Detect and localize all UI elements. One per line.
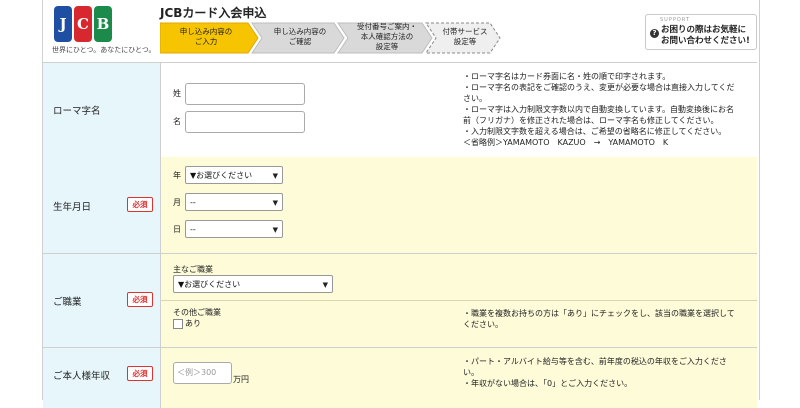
step-1-line2: ご入力 — [194, 37, 218, 46]
birth-label: 生年月日 — [53, 202, 92, 213]
label-cell-birth: 生年月日 必須 — [43, 157, 161, 253]
label-cell-job: ご職業 必須 — [43, 254, 161, 347]
step-4-line2: 設定等 — [453, 37, 477, 46]
income-note-line: ・年収がない場合は、「0」とご入力ください。 — [463, 379, 633, 388]
checkbox-icon[interactable] — [173, 318, 183, 329]
chevron-down-icon: ▼ — [322, 281, 328, 289]
job-note-line: ください。 — [463, 320, 503, 329]
main-job-select-value: ▼お選びください — [178, 280, 241, 289]
chevron-down-icon: ▼ — [272, 199, 278, 207]
step-2-line2: ご確認 — [288, 37, 312, 46]
help-icon: ? — [650, 29, 659, 38]
job-content: 主なご職業 ▼お選びください ▼ その他ご職業 あり ・職業を複数お持ちの方は「あ… — [161, 254, 757, 347]
roma-note-line: ＜省略例＞YAMAMOTO KAZUO → YAMAMOTO K — [463, 138, 669, 147]
support-box[interactable]: SUPPORT ? お困りの際はお気軽に お問い合わせください! — [645, 14, 757, 50]
step-4: 付帯サービス 設定等 — [434, 22, 496, 52]
month-select[interactable]: -- ▼ — [185, 193, 283, 211]
other-job-checkbox[interactable]: あり — [173, 318, 201, 329]
support-line1: お困りの際はお気軽に — [661, 25, 747, 35]
income-label: ご本人様年収 — [53, 371, 111, 382]
sub-divider — [161, 300, 757, 301]
income-unit: 万円 — [233, 375, 249, 384]
day-label: 日 — [173, 225, 181, 234]
required-badge: 必須 — [127, 197, 153, 212]
logo-b: B — [94, 6, 112, 42]
roma-notes: ・ローマ字名はカード券面に名・姓の順で印字されます。 ・ローマ字名の表記をご確認… — [463, 71, 753, 148]
income-placeholder: ＜例＞300 — [177, 368, 217, 377]
day-select[interactable]: -- ▼ — [185, 220, 283, 238]
mei-roma-input[interactable] — [185, 111, 305, 133]
step-1: 申し込み内容の ご入力 — [162, 22, 250, 52]
year-label: 年 — [173, 171, 181, 180]
job-label: ご職業 — [53, 297, 82, 308]
tagline: 世界にひとつ。あなたにひとつ。 — [52, 46, 156, 54]
year-select[interactable]: ▼お選びください ▼ — [185, 166, 283, 184]
roma-note-line: さい。 — [463, 94, 487, 103]
step-1-line1: 申し込み内容の — [179, 27, 233, 36]
sei-label: 姓 — [173, 89, 181, 98]
row-roma-name: ローマ字名 姓 名 ・ローマ字名はカード券面に名・姓の順で印字されます。 ・ロー… — [43, 62, 757, 158]
month-label: 月 — [173, 198, 181, 207]
other-job-label: その他ご職業 — [173, 308, 221, 317]
row-occupation: ご職業 必須 主なご職業 ▼お選びください ▼ その他ご職業 あり ・職業を複数お… — [43, 254, 757, 348]
required-badge: 必須 — [127, 366, 153, 381]
roma-note-line: 前（フリガナ）を修正された場合は、ローマ字名も修正してください。 — [463, 116, 719, 125]
chevron-down-icon: ▼ — [272, 172, 278, 180]
required-badge: 必須 — [127, 292, 153, 307]
roma-note-line: ・ローマ字名の表記をご確認のうえ、変更が必要な場合は直接入力してくだ — [463, 83, 735, 92]
other-job-option: あり — [185, 319, 201, 328]
logo-j: J — [54, 6, 72, 42]
main-job-label: 主なご職業 — [173, 265, 213, 274]
mei-label: 名 — [173, 117, 181, 126]
step-4-line1: 付帯サービス — [442, 27, 488, 36]
birth-content: 年 ▼お選びください ▼ 月 -- ▼ 日 -- ▼ — [161, 157, 757, 253]
income-note-line: ・パート・アルバイト給与等を含む、前年度の税込の年収をご入力くださ — [463, 357, 727, 366]
step-2: 申し込み内容の ご確認 — [260, 22, 340, 52]
step-3-line3: 設定等 — [375, 42, 399, 51]
income-notes: ・パート・アルバイト給与等を含む、前年度の税込の年収をご入力くださ い。 ・年収… — [463, 356, 753, 389]
income-content: ＜例＞300 万円 ・パート・アルバイト給与等を含む、前年度の税込の年収をご入力… — [161, 348, 757, 408]
roma-note-line: ・ローマ字は入力制限文字数以内で自動変換しています。自動変換後にお名 — [463, 105, 734, 114]
logo-c: C — [74, 6, 92, 42]
main-job-select[interactable]: ▼お選びください ▼ — [173, 275, 333, 293]
jcb-logo[interactable]: J C B — [54, 6, 114, 42]
sei-roma-input[interactable] — [185, 83, 305, 105]
row-income: ご本人様年収 必須 ＜例＞300 万円 ・パート・アルバイト給与等を含む、前年度… — [43, 348, 757, 408]
label-cell-income: ご本人様年収 必須 — [43, 348, 161, 408]
roma-note-line: ・入力制限文字数を超える場合は、ご希望の省略名に修正してください。 — [463, 127, 727, 136]
row-birth-date: 生年月日 必須 年 ▼お選びください ▼ 月 -- ▼ 日 -- ▼ — [43, 157, 757, 254]
roma-note-line: ・ローマ字名はカード券面に名・姓の順で印字されます。 — [463, 72, 671, 81]
support-small-label: SUPPORT — [660, 17, 690, 23]
roma-content: 姓 名 ・ローマ字名はカード券面に名・姓の順で印字されます。 ・ローマ字名の表記… — [161, 63, 757, 157]
step-3: 受付番号ご案内・ 本人確認方法の 設定等 — [346, 22, 428, 52]
chevron-down-icon: ▼ — [272, 226, 278, 234]
year-select-value: ▼お選びください — [190, 171, 253, 180]
day-select-value: -- — [190, 225, 196, 234]
income-input[interactable]: ＜例＞300 — [173, 362, 232, 384]
month-select-value: -- — [190, 198, 196, 207]
label-cell-roma: ローマ字名 — [43, 63, 161, 157]
step-2-line1: 申し込み内容の — [273, 27, 327, 36]
income-note-line: い。 — [463, 368, 479, 377]
roma-label: ローマ字名 — [53, 106, 101, 117]
support-text: お困りの際はお気軽に お問い合わせください! — [661, 25, 750, 47]
job-notes: ・職業を複数お持ちの方は「あり」にチェックをし、該当の職業を選択して ください。 — [463, 308, 753, 330]
page-title: JCBカード入会申込 — [160, 6, 267, 20]
step-3-line2: 本人確認方法の — [360, 32, 414, 41]
job-note-line: ・職業を複数お持ちの方は「あり」にチェックをし、該当の職業を選択して — [463, 309, 735, 318]
support-line2: お問い合わせください! — [661, 36, 750, 46]
step-3-line1: 受付番号ご案内・ — [357, 22, 417, 31]
